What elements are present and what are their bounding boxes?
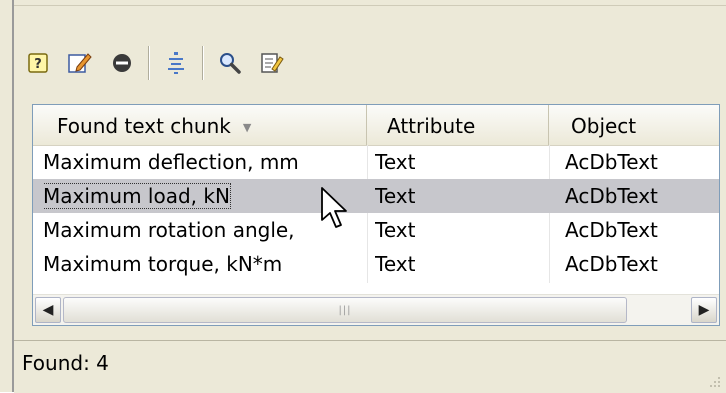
cell-attribute: Text (375, 184, 416, 208)
grip-icon: ||| (338, 304, 352, 316)
window-left-border (0, 0, 14, 392)
results-table: Found text chunk ▼ Attribute Object Maxim… (32, 104, 720, 326)
search-button[interactable] (212, 45, 248, 81)
scroll-thumb[interactable]: ||| (63, 297, 627, 323)
arrow-right-icon: ▶ (698, 302, 710, 318)
cell-attribute: Text (375, 252, 416, 276)
properties-icon (261, 53, 284, 73)
edit-button[interactable] (62, 45, 98, 81)
cell-object: AcDbText (565, 184, 658, 208)
edit-icon (68, 53, 92, 73)
cell-attribute: Text (375, 218, 416, 242)
arrow-left-icon: ◀ (42, 302, 54, 318)
properties-button[interactable] (254, 45, 290, 81)
svg-text:?: ? (34, 57, 42, 72)
resize-grip-icon[interactable] (706, 373, 722, 389)
remove-icon (113, 54, 131, 72)
column-header-found-text-chunk[interactable]: Found text chunk ▼ (33, 105, 367, 145)
search-icon (220, 53, 241, 74)
column-header-object[interactable]: Object (549, 105, 719, 145)
table-row-selected[interactable]: Maximum load, kN Text AcDbText (33, 179, 719, 213)
table-row[interactable]: Maximum deflection, mm Text AcDbText (33, 145, 719, 179)
align-center-button[interactable] (158, 45, 194, 81)
help-button[interactable]: ? (20, 45, 56, 81)
toolbar-separator (202, 46, 204, 80)
cell-chunk: Maximum torque, kN*m (43, 252, 283, 276)
align-center-icon (168, 52, 184, 74)
sort-down-icon: ▼ (242, 120, 252, 134)
table-header: Found text chunk ▼ Attribute Object (33, 105, 719, 146)
cell-chunk: Maximum deflection, mm (43, 150, 299, 174)
help-icon: ? (28, 53, 48, 73)
toolbar: ? (20, 40, 296, 86)
table-row[interactable]: Maximum rotation angle, Text AcDbText (33, 213, 719, 247)
scroll-right-button[interactable]: ▶ (691, 297, 717, 323)
status-text: Found: 4 (22, 351, 109, 375)
mouse-pointer-icon (321, 187, 347, 228)
cell-object: AcDbText (565, 150, 658, 174)
column-header-attribute[interactable]: Attribute (367, 105, 549, 145)
remove-button[interactable] (104, 45, 140, 81)
column-header-label: Found text chunk (57, 114, 231, 138)
column-header-label: Object (571, 114, 637, 138)
cell-object: AcDbText (565, 252, 658, 276)
scroll-left-button[interactable]: ◀ (35, 297, 61, 323)
cell-object: AcDbText (565, 218, 658, 242)
cell-attribute: Text (375, 150, 416, 174)
toolbar-separator (148, 46, 150, 80)
status-bar: Found: 4 (14, 340, 726, 393)
horizontal-scrollbar[interactable]: ◀ ||| ▶ (33, 294, 719, 325)
column-header-label: Attribute (387, 114, 476, 138)
top-divider (14, 0, 726, 6)
table-row[interactable]: Maximum torque, kN*m Text AcDbText (33, 247, 719, 281)
